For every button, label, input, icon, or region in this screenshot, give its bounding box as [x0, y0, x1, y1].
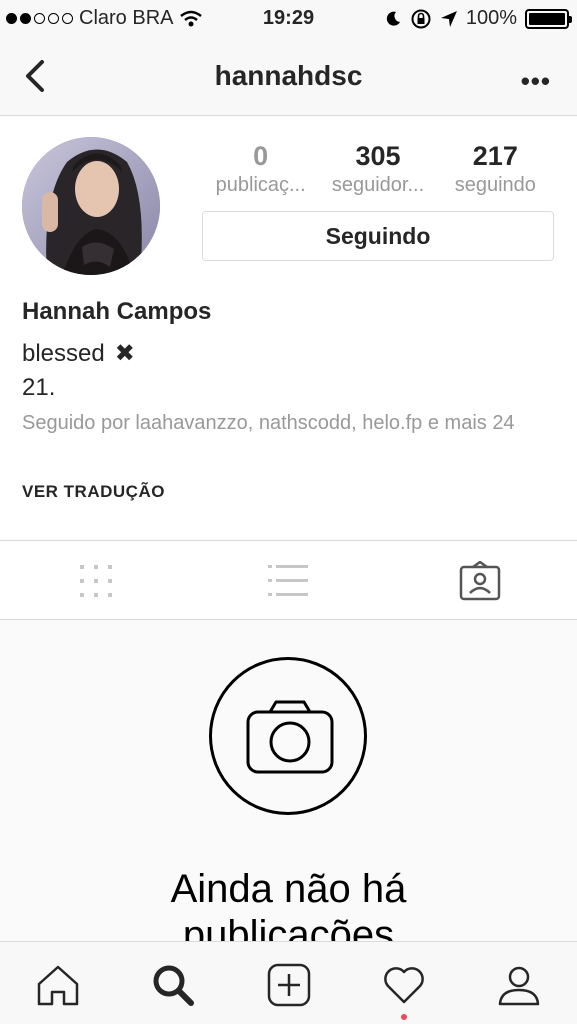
empty-state-message: Ainda não há publicações: [0, 866, 577, 941]
empty-posts-state: Ainda não há publicações: [0, 621, 577, 941]
list-view-icon[interactable]: [266, 561, 310, 601]
status-right: 100%: [384, 7, 572, 30]
rotation-lock-icon: [411, 9, 431, 28]
new-post-icon[interactable]: [266, 962, 312, 1008]
bottom-tab-bar: [0, 941, 577, 1024]
home-icon[interactable]: [35, 962, 81, 1008]
cross-mark-icon: ✖: [114, 340, 135, 367]
grid-view-icon[interactable]: [74, 561, 118, 601]
posts-count: 0: [253, 141, 269, 171]
moon-icon: [386, 11, 400, 26]
see-translation-link[interactable]: VER TRADUÇÃO: [22, 482, 165, 502]
location-arrow-icon: [440, 10, 457, 27]
status-bar: Claro BRA 19:29 100%: [0, 0, 577, 38]
more-options-button[interactable]: •••: [521, 66, 551, 97]
followers-count: 305: [355, 141, 401, 171]
profile-stats: 0 publicaç... 305 seguidor... 217 seguin…: [202, 141, 554, 197]
profile-full-name: Hannah Campos: [22, 298, 212, 325]
camera-icon: [246, 700, 334, 774]
following-count: 217: [472, 141, 518, 171]
following-button[interactable]: Seguindo: [202, 211, 554, 261]
profile-tabs: [0, 540, 577, 620]
notification-dot: [401, 1014, 407, 1020]
profile-header: hannahdsc •••: [0, 38, 577, 116]
battery-icon: [525, 8, 572, 29]
posts-stat[interactable]: 0 publicaç...: [202, 141, 319, 197]
camera-circle: [209, 657, 367, 815]
empty-state-line-1: Ainda não há: [170, 867, 407, 911]
empty-state-line-2: publicações: [182, 913, 395, 941]
following-label: seguindo: [454, 174, 536, 196]
posts-label: publicaç...: [215, 174, 306, 196]
battery-percent: 100%: [465, 7, 517, 29]
activity-heart-icon[interactable]: [381, 962, 427, 1008]
followers-stat[interactable]: 305 seguidor...: [319, 141, 436, 197]
profile-icon[interactable]: [496, 962, 542, 1008]
bio-line-1: blessed ✖: [22, 339, 135, 368]
avatar: [22, 137, 160, 275]
tagged-photos-icon[interactable]: [458, 561, 502, 601]
bio-line-2: 21.: [22, 374, 56, 401]
bio-text: blessed: [22, 339, 105, 367]
followed-by-text[interactable]: Seguido por laahavanzzo, nathscodd, helo…: [22, 410, 542, 436]
following-stat[interactable]: 217 seguindo: [437, 141, 554, 197]
search-icon[interactable]: [150, 962, 196, 1008]
profile-section: 0 publicaç... 305 seguidor... 217 seguin…: [0, 117, 577, 539]
page-title: hannahdsc: [214, 60, 363, 91]
followers-label: seguidor...: [331, 174, 425, 196]
